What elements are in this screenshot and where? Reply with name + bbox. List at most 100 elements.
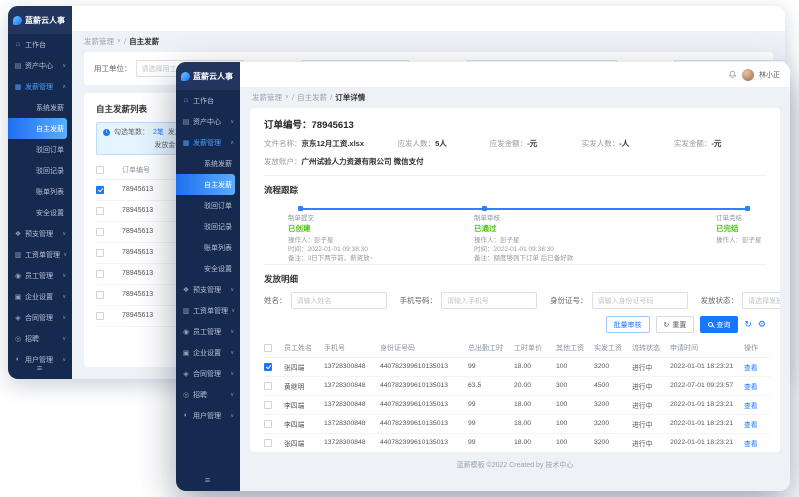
cell-hours: 99 — [468, 357, 514, 376]
timeline-line — [300, 208, 747, 210]
sidebar-item[interactable]: ◈ 合同管理 ∨ — [176, 363, 240, 384]
idcard-input[interactable]: 请输入身份证号码 — [592, 292, 688, 309]
sidebar-item[interactable]: ▥ 工资单管理 ∨ — [8, 244, 72, 265]
sidebar-item[interactable]: 账单列表 — [8, 181, 72, 202]
payroll-management-icon: ▦ — [182, 139, 190, 147]
view-link[interactable]: 查看 — [744, 365, 758, 372]
sidebar-item[interactable]: ◈ 合同管理 ∨ — [8, 307, 72, 328]
sidebar-item[interactable]: 安全设置 — [176, 258, 240, 279]
cell-hours: 99 — [468, 395, 514, 414]
sidebar-item[interactable]: 系统发薪 — [176, 153, 240, 174]
table-row[interactable]: 李四端 13728300848 440782399610135013 99 18… — [264, 395, 770, 414]
cell-idcard: 440782399610135013 — [380, 376, 468, 395]
reset-button[interactable]: ↻重置 — [656, 316, 695, 333]
row-checkbox[interactable] — [96, 312, 104, 320]
batch-audit-button[interactable]: 批量审核 — [606, 316, 650, 333]
avatar[interactable] — [742, 69, 754, 81]
sidebar-item[interactable]: ◎ 招聘 ∨ — [176, 384, 240, 405]
sidebar-item[interactable]: ◎ 招聘 ∨ — [8, 328, 72, 349]
row-checkbox[interactable] — [264, 401, 272, 409]
sidebar-item[interactable]: 驳回订单 — [176, 195, 240, 216]
phone-input[interactable]: 请输入手机号 — [441, 292, 537, 309]
sidebar-item[interactable]: 驳回记录 — [176, 216, 240, 237]
timeline-dot — [482, 206, 487, 211]
view-link[interactable]: 查看 — [744, 403, 758, 410]
column-header: 实发工资 — [594, 339, 632, 357]
employee-management-icon: ◉ — [14, 272, 22, 280]
sidebar-item[interactable]: 自主发薪 — [176, 174, 235, 195]
table-row[interactable]: 张四端 13728300848 440782399610135013 99 18… — [264, 433, 770, 452]
breadcrumb-root[interactable]: 发薪管理 — [84, 36, 114, 47]
select-all-checkbox[interactable] — [96, 166, 104, 174]
sidebar-item[interactable]: ◐ 用户管理 ∨ — [176, 405, 240, 426]
filter-label: 姓名： — [264, 295, 287, 306]
timeline-step: 制单提交 已创建 操作人：彭子星 时间：2022-01-01 09:38:30 … — [288, 214, 373, 263]
row-checkbox[interactable] — [96, 249, 104, 257]
sidebar-item[interactable]: ❖ 预支管理 ∨ — [176, 279, 240, 300]
column-header: 工时单价 — [514, 339, 556, 357]
sidebar-item[interactable]: 驳回订单 — [8, 139, 72, 160]
breadcrumb-separator: / — [124, 37, 126, 46]
collapse-sidebar-icon[interactable]: ≡ — [8, 363, 72, 373]
refresh-icon[interactable]: ↻ — [744, 320, 752, 329]
sidebar-item[interactable]: 自主发薪 — [8, 118, 67, 139]
banner-label: 勾选笔数： — [114, 127, 149, 137]
divider — [264, 264, 766, 265]
cell-apply-time: 2022-01-01 18:23:21 — [670, 414, 744, 433]
sidebar-item[interactable]: ❖ 预支管理 ∨ — [8, 223, 72, 244]
sidebar-item[interactable]: ▣ 企业设置 ∨ — [8, 286, 72, 307]
sidebar-item[interactable]: 系统发薪 — [8, 97, 72, 118]
user-name[interactable]: 林小正 — [759, 70, 780, 80]
payable-count-field: 应发人数：5人 — [398, 138, 490, 149]
chevron-icon: ∨ — [62, 62, 66, 68]
enterprise-settings-icon: ▣ — [182, 349, 190, 357]
row-checkbox[interactable] — [264, 420, 272, 428]
row-checkbox[interactable] — [264, 382, 272, 390]
sidebar-item-label: 用户管理 — [193, 411, 221, 421]
bell-icon[interactable] — [728, 70, 737, 79]
sidebar-item[interactable]: ▣ 企业设置 ∨ — [176, 342, 240, 363]
row-checkbox[interactable] — [96, 228, 104, 236]
sidebar-item[interactable]: ◉ 员工管理 ∨ — [176, 321, 240, 342]
sidebar-item[interactable]: 安全设置 — [8, 202, 72, 223]
sidebar-item[interactable]: ▦ 发薪管理 ∧ — [176, 132, 240, 153]
sidebar-item[interactable]: ⌂ 工作台 — [176, 90, 240, 111]
row-checkbox[interactable] — [264, 363, 272, 371]
table-row[interactable]: 黄继明 13728300848 440782399610135013 63.5 … — [264, 376, 770, 395]
search-button[interactable]: 查询 — [700, 316, 738, 333]
view-link[interactable]: 查看 — [744, 384, 758, 391]
sidebar-item-label: 合同管理 — [193, 369, 221, 379]
order-info-row: 文件名称：京东12月工资.xlsx 应发人数：5人 应发金额：-元 实发人数：-… — [264, 138, 766, 149]
table-row[interactable]: 张四端 13728300848 440782399610135013 99 18… — [264, 357, 770, 376]
sidebar-item[interactable]: ⌂ 工作台 — [8, 34, 72, 55]
recruitment-icon: ◎ — [14, 335, 22, 343]
collapse-sidebar-icon[interactable]: ≡ — [176, 475, 240, 485]
name-input[interactable]: 请输入姓名 — [291, 292, 387, 309]
view-link[interactable]: 查看 — [744, 422, 758, 429]
breadcrumb-root[interactable]: 发薪管理 — [252, 92, 282, 103]
view-link[interactable]: 查看 — [744, 441, 758, 448]
breadcrumb-mid[interactable]: 自主发薪 — [297, 92, 327, 103]
window-order-detail: 蓝薪云人事 ⌂ 工作台 ▤ 资产中心 ∨ ▦ 发薪管理 — [176, 62, 790, 491]
select-all-checkbox[interactable] — [264, 344, 272, 352]
payslip-management-icon: ▥ — [182, 307, 190, 315]
cell-rate: 18.00 — [514, 357, 556, 376]
sidebar-item[interactable]: ▤ 资产中心 ∨ — [176, 111, 240, 132]
row-checkbox[interactable] — [96, 270, 104, 278]
sidebar-item[interactable]: ▦ 发薪管理 ∧ — [8, 76, 72, 97]
sidebar-item[interactable]: 驳回记录 — [8, 160, 72, 181]
sidebar-item[interactable]: ◉ 员工管理 ∨ — [8, 265, 72, 286]
sidebar-item-label: 合同管理 — [25, 313, 53, 323]
sidebar-item[interactable]: 账单列表 — [176, 237, 240, 258]
row-checkbox[interactable] — [96, 186, 104, 194]
row-checkbox[interactable] — [264, 439, 272, 447]
row-checkbox[interactable] — [96, 291, 104, 299]
cell-actual-pay: 3200 — [594, 395, 632, 414]
sidebar-item-label: 工资单管理 — [193, 306, 228, 316]
table-row[interactable]: 李四端 13728300848 440782399610135013 99 18… — [264, 414, 770, 433]
gear-icon[interactable]: ⚙ — [758, 320, 766, 329]
payout-status-select[interactable]: 请选择发放状态∨ — [742, 292, 780, 309]
row-checkbox[interactable] — [96, 207, 104, 215]
sidebar-item[interactable]: ▤ 资产中心 ∨ — [8, 55, 72, 76]
sidebar-item[interactable]: ▥ 工资单管理 ∨ — [176, 300, 240, 321]
